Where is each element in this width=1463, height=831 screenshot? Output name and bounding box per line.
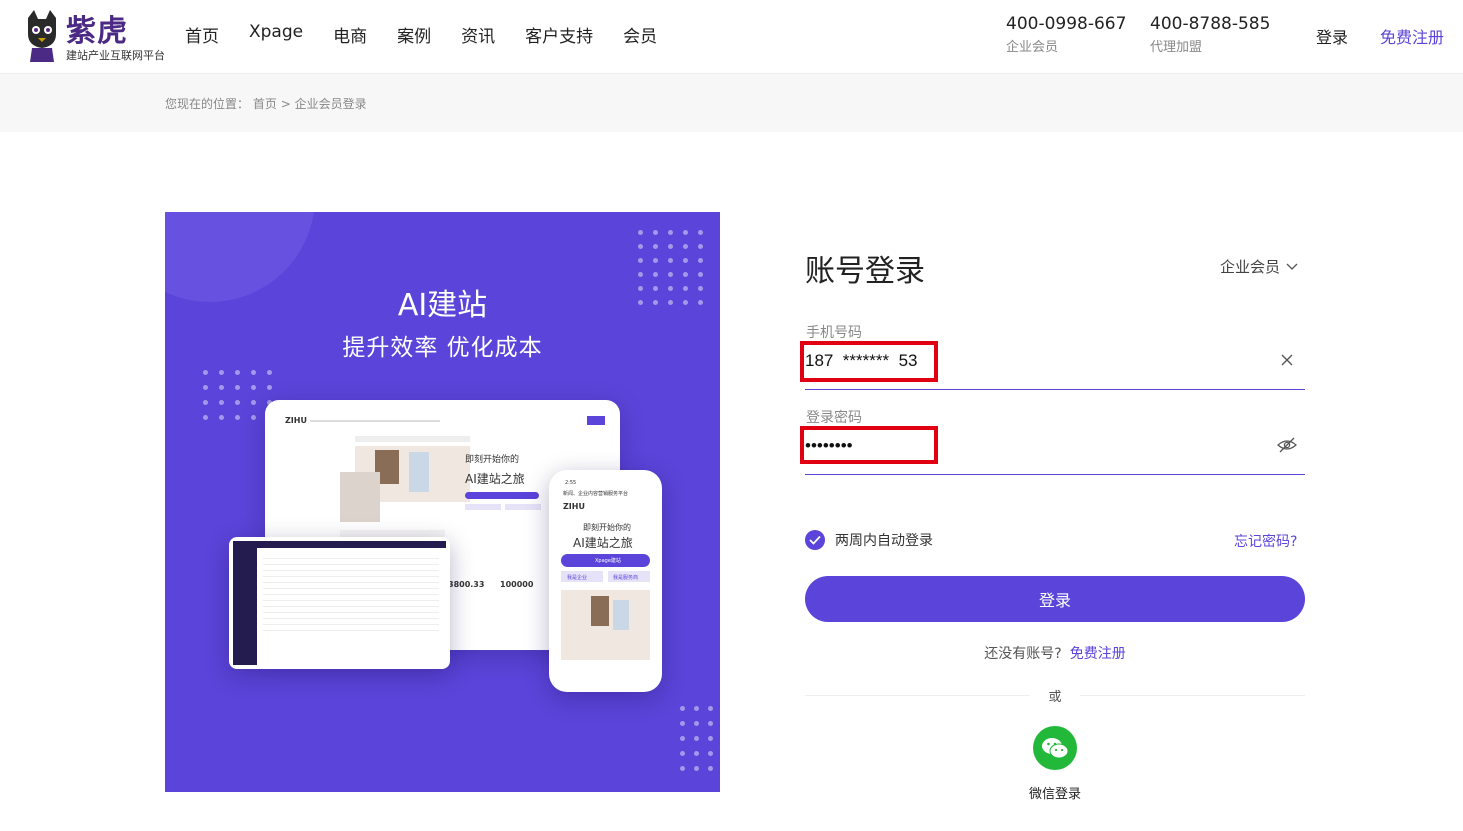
phone-mockup: 2:55 新闻、企业内容营销服务平台 ZIHU 即刻开始你的 AI建站之旅 Xp… bbox=[549, 470, 662, 692]
check-icon bbox=[809, 535, 821, 545]
mockup-tab bbox=[465, 504, 501, 510]
nav-item-cases[interactable]: 案例 bbox=[397, 22, 431, 47]
breadcrumb: 您现在的位置： 首页 > 企业会员登录 bbox=[165, 95, 367, 112]
mockup-table bbox=[263, 553, 439, 633]
main-nav: 首页 Xpage 电商 案例 资讯 客户支持 会员 bbox=[185, 22, 687, 47]
mockup-time: 2:55 bbox=[565, 480, 577, 486]
register-link[interactable]: 免费注册 bbox=[1070, 646, 1126, 662]
mockup-logo: ZIHU bbox=[285, 416, 307, 425]
mockup-toolbar bbox=[355, 436, 470, 442]
mockup-stat: 3800.33 bbox=[448, 580, 485, 589]
or-label: 或 bbox=[1030, 686, 1080, 705]
mockup-headline: AI建站之旅 bbox=[573, 536, 633, 550]
breadcrumb-bar: 您现在的位置： 首页 > 企业会员登录 bbox=[0, 74, 1463, 132]
nav-item-news[interactable]: 资讯 bbox=[461, 22, 495, 47]
mockup-sidebar bbox=[233, 541, 257, 665]
contact-agent: 400-8788-585 代理加盟 bbox=[1150, 14, 1270, 55]
contact-number: 400-8788-585 bbox=[1150, 14, 1271, 34]
breadcrumb-separator: > bbox=[280, 97, 291, 111]
site-header: 紫虎 建站产业互联网平台 首页 Xpage 电商 案例 资讯 客户支持 会员 4… bbox=[0, 0, 1463, 74]
mockup-nav-bar bbox=[310, 420, 440, 422]
forgot-password-link[interactable]: 忘记密码? bbox=[1234, 531, 1297, 551]
hero-panel: AI建站 提升效率 优化成本 ZIHU 即刻开始你的 AI建站之旅 3800.3… bbox=[165, 212, 720, 792]
remember-checkbox[interactable] bbox=[805, 530, 825, 550]
tiger-mascot-icon bbox=[28, 10, 56, 62]
mockup-headline: 即刻开始你的 bbox=[465, 455, 520, 465]
brand-name: 紫虎 bbox=[66, 14, 128, 49]
login-button[interactable]: 登录 bbox=[805, 576, 1305, 622]
hero-subtitle: 提升效率 优化成本 bbox=[342, 335, 543, 361]
hero-title: AI建站 bbox=[397, 288, 488, 323]
chevron-down-icon bbox=[1286, 263, 1298, 270]
nav-item-ecommerce[interactable]: 电商 bbox=[333, 22, 367, 47]
account-type-select[interactable]: 企业会员 bbox=[1220, 256, 1298, 277]
breadcrumb-prefix: 您现在的位置： bbox=[165, 97, 250, 111]
tablet-mockup bbox=[229, 537, 450, 669]
login-form-title: 账号登录 bbox=[805, 254, 925, 289]
mockup-image bbox=[561, 590, 650, 660]
breadcrumb-current: 企业会员登录 bbox=[294, 97, 367, 111]
brand-logo[interactable]: 紫虎 建站产业互联网平台 bbox=[22, 8, 165, 64]
mockup-logo: ZIHU bbox=[563, 502, 585, 511]
mockup-image bbox=[340, 472, 380, 522]
nav-item-home[interactable]: 首页 bbox=[185, 22, 219, 47]
mockup-tab bbox=[505, 504, 541, 510]
mockup-stat: 100000 bbox=[500, 580, 534, 589]
contact-caption: 代理加盟 bbox=[1150, 40, 1203, 55]
mockup-tab-label: 我是企业 bbox=[567, 575, 588, 581]
nav-item-member[interactable]: 会员 bbox=[623, 22, 657, 47]
eye-hidden-icon[interactable] bbox=[1277, 435, 1297, 455]
phone-label: 手机号码 bbox=[806, 325, 862, 341]
password-label: 登录密码 bbox=[806, 410, 862, 426]
no-account-row: 还没有账号? 免费注册 bbox=[805, 643, 1305, 663]
account-type-value: 企业会员 bbox=[1220, 258, 1281, 276]
wechat-login-label: 微信登录 bbox=[1028, 787, 1081, 802]
dot-pattern bbox=[203, 370, 272, 420]
mockup-headline: AI建站之旅 bbox=[465, 472, 525, 486]
clear-icon[interactable] bbox=[1277, 350, 1297, 370]
mockup-banner: 新闻、企业内容营销服务平台 bbox=[563, 491, 629, 497]
mockup-button bbox=[587, 416, 605, 425]
phone-field bbox=[805, 344, 1305, 390]
mockup-cta bbox=[465, 492, 539, 499]
contact-caption: 企业会员 bbox=[1006, 40, 1059, 55]
password-input[interactable] bbox=[805, 429, 1265, 463]
contact-number: 400-0998-667 bbox=[1006, 14, 1127, 34]
dot-pattern bbox=[680, 706, 713, 771]
wechat-icon bbox=[1042, 738, 1069, 759]
password-field bbox=[805, 429, 1305, 475]
breadcrumb-home-link[interactable]: 首页 bbox=[253, 97, 277, 111]
contact-enterprise: 400-0998-667 企业会员 bbox=[1006, 14, 1126, 55]
remember-label: 两周内自动登录 bbox=[835, 533, 933, 549]
wechat-login-button[interactable] bbox=[1033, 726, 1077, 770]
brand-tagline: 建站产业互联网平台 bbox=[66, 49, 165, 62]
no-account-text: 还没有账号? bbox=[984, 646, 1062, 662]
nav-item-xpage[interactable]: Xpage bbox=[249, 22, 303, 47]
header-register-link[interactable]: 免费注册 bbox=[1380, 24, 1444, 48]
mockup-cta-label: Xpage建站 bbox=[595, 558, 621, 564]
nav-item-support[interactable]: 客户支持 bbox=[525, 22, 593, 47]
mockup-tab-label: 我是服务商 bbox=[613, 575, 639, 581]
header-login-link[interactable]: 登录 bbox=[1316, 24, 1348, 48]
phone-input[interactable] bbox=[805, 344, 1265, 378]
mockup-headline: 即刻开始你的 bbox=[583, 523, 631, 532]
remember-me: 两周内自动登录 bbox=[805, 530, 933, 550]
mockup-topbar bbox=[257, 541, 446, 548]
